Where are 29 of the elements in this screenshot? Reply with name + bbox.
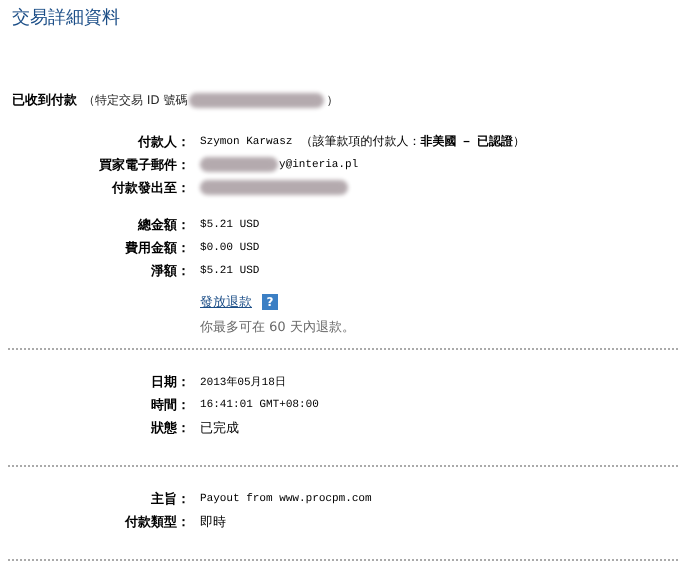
- field-value: $5.21 USD: [200, 218, 260, 230]
- field-value: 2013年05月18日: [200, 375, 286, 389]
- field-label: 費用金額：: [124, 240, 190, 256]
- field-value: Szymon Karwasz: [200, 136, 292, 148]
- field-label: 付款類型：: [124, 514, 190, 530]
- field-value: 已完成: [200, 420, 239, 436]
- field-label: 狀態：: [150, 420, 190, 436]
- help-icon[interactable]: ?: [262, 294, 278, 310]
- field-label: 買家電子郵件：: [98, 156, 190, 174]
- field-value: $0.00 USD: [200, 242, 260, 254]
- field-label: 主旨：: [150, 490, 190, 508]
- field-value: Payout from www.procpm.com: [200, 492, 372, 504]
- field-label: 付款發出至：: [110, 180, 190, 196]
- closing-parenthesis: ）: [326, 92, 338, 108]
- field-label: 淨額：: [150, 262, 190, 280]
- page-title: 交易詳細資料: [12, 6, 121, 30]
- transaction-id-label: （特定交易 ID 號碼: [83, 92, 188, 108]
- field-label: 時間：: [150, 396, 190, 414]
- field-value: 即時: [200, 514, 226, 530]
- refund-link[interactable]: 發放退款: [200, 293, 252, 311]
- field-label: 付款人：: [136, 134, 190, 150]
- field-label: 日期：: [150, 374, 190, 390]
- refund-note: 你最多可在 60 天內退款。: [200, 319, 356, 336]
- field-label: 總金額：: [136, 216, 190, 234]
- field-value: y@interia.pl: [279, 158, 358, 170]
- field-value: 16:41:01 GMT+08:00: [200, 398, 319, 410]
- status-label: 已收到付款: [12, 92, 77, 109]
- field-value: $5.21 USD: [200, 264, 260, 276]
- payer-status-note: （該筆款項的付款人：非美國 － 已認證）: [300, 133, 525, 150]
